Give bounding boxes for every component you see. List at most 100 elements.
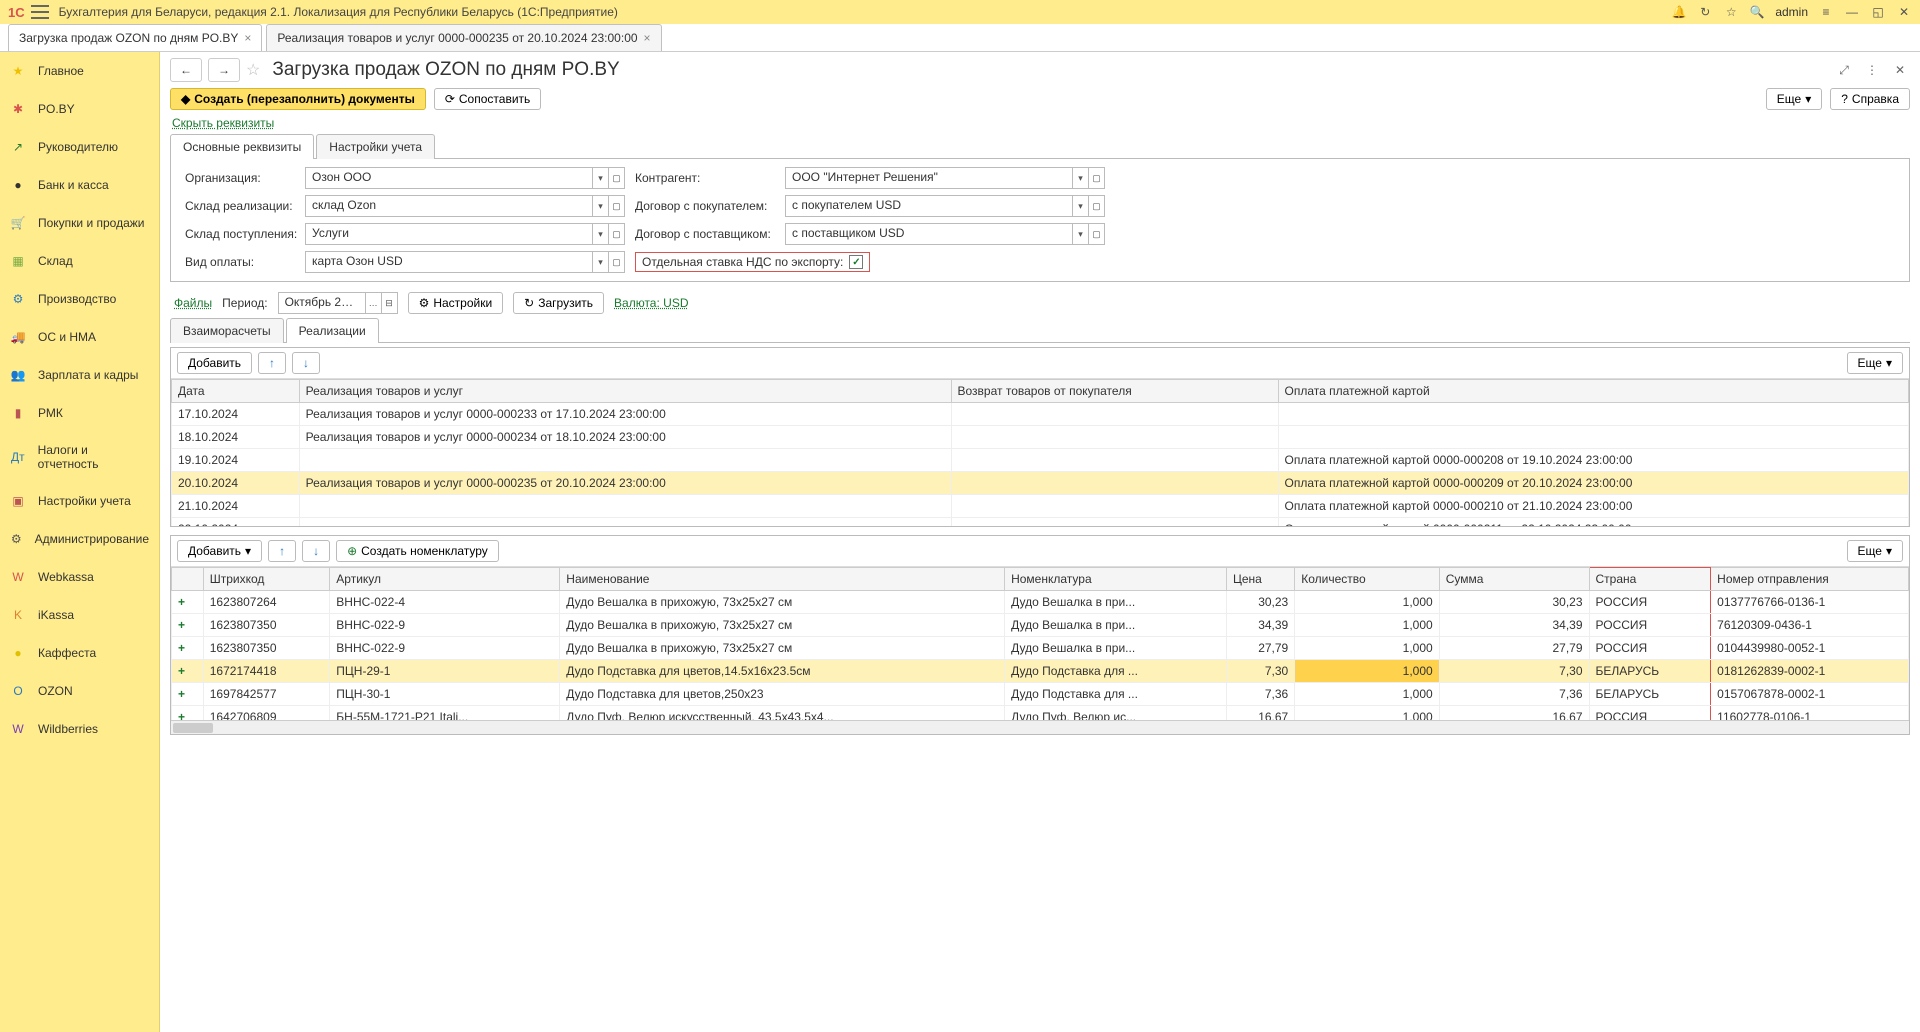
col-header[interactable]: Количество — [1295, 568, 1439, 591]
tab-main-requisites[interactable]: Основные реквизиты — [170, 134, 314, 159]
col-header[interactable] — [172, 568, 204, 591]
plus-expand-icon[interactable]: + — [178, 618, 185, 632]
sidebar-item[interactable]: ▣Настройки учета — [0, 482, 159, 520]
main-menu-icon[interactable] — [31, 5, 49, 19]
col-header[interactable]: Оплата платежной картой — [1278, 380, 1908, 403]
table-row[interactable]: +1623807264ВННС-022-4Дудо Вешалка в прих… — [172, 591, 1909, 614]
add-row-button[interactable]: Добавить — [177, 352, 252, 374]
sidebar-item[interactable]: ▦Склад — [0, 242, 159, 280]
realizations-table[interactable]: ДатаРеализация товаров и услугВозврат то… — [171, 379, 1909, 526]
move-item-up-button[interactable]: ↑ — [268, 540, 296, 562]
col-header[interactable]: Номер отправления — [1711, 568, 1909, 591]
table-row[interactable]: 20.10.2024Реализация товаров и услуг 000… — [172, 472, 1909, 495]
sidebar-item[interactable]: ✱PO.BY — [0, 90, 159, 128]
files-link[interactable]: Файлы — [174, 296, 212, 310]
close-icon[interactable]: ✕ — [1896, 4, 1912, 20]
sidebar-item[interactable]: 👥Зарплата и кадры — [0, 356, 159, 394]
sidebar-item[interactable]: ▮РМК — [0, 394, 159, 432]
col-header[interactable]: Штрихкод — [203, 568, 330, 591]
create-nomenclature-button[interactable]: ⊕ Создать номенклатуру — [336, 540, 499, 562]
sidebar-item[interactable]: ДтНалоги и отчетность — [0, 432, 159, 482]
col-header[interactable]: Артикул — [330, 568, 560, 591]
sklad-post-input[interactable]: Услуги▾▢ — [305, 223, 625, 245]
restore-icon[interactable]: ◱ — [1870, 4, 1886, 20]
plus-expand-icon[interactable]: + — [178, 595, 185, 609]
col-header[interactable]: Дата — [172, 380, 300, 403]
table-row[interactable]: +1623807350ВННС-022-9Дудо Вешалка в прих… — [172, 614, 1909, 637]
close-tab-icon[interactable]: × — [244, 31, 251, 45]
open-icon[interactable]: ▢ — [608, 168, 624, 188]
col-header[interactable]: Страна — [1589, 568, 1711, 591]
load-button[interactable]: ↻ Загрузить — [513, 292, 604, 314]
sidebar-item[interactable]: ⚙Производство — [0, 280, 159, 318]
bookmark-star-icon[interactable]: ☆ — [246, 60, 260, 80]
col-header[interactable]: Возврат товаров от покупателя — [951, 380, 1278, 403]
plus-expand-icon[interactable]: + — [178, 641, 185, 655]
bell-icon[interactable]: 🔔 — [1671, 4, 1687, 20]
table-row[interactable]: +1672174418ПЦН-29-1Дудо Подставка для цв… — [172, 660, 1909, 683]
sidebar-item[interactable]: 🚚ОС и НМА — [0, 318, 159, 356]
sidebar-item[interactable]: OOZON — [0, 672, 159, 710]
move-down-button[interactable]: ↓ — [292, 352, 320, 374]
sidebar-item[interactable]: 🛒Покупки и продажи — [0, 204, 159, 242]
table-row[interactable]: 18.10.2024Реализация товаров и услуг 000… — [172, 426, 1909, 449]
table-row[interactable]: +1623807350ВННС-022-9Дудо Вешалка в прих… — [172, 637, 1909, 660]
col-header[interactable]: Наименование — [560, 568, 1005, 591]
tab-realizations[interactable]: Реализации — [286, 318, 379, 343]
help-button[interactable]: ? Справка — [1830, 88, 1910, 110]
items-table[interactable]: ШтрихкодАртикулНаименованиеНоменклатураЦ… — [171, 567, 1909, 720]
dropdown-icon[interactable]: ▾ — [1072, 168, 1088, 188]
nds-export-checkbox[interactable]: ✓ — [849, 255, 863, 269]
table-row[interactable]: +1697842577ПЦН-30-1Дудо Подставка для цв… — [172, 683, 1909, 706]
plus-expand-icon[interactable]: + — [178, 664, 185, 678]
vid-input[interactable]: карта Озон USD▾▢ — [305, 251, 625, 273]
minimize-icon[interactable]: — — [1844, 4, 1860, 20]
compare-button[interactable]: ⟳ Сопоставить — [434, 88, 541, 110]
contragent-input[interactable]: ООО "Интернет Решения"▾▢ — [785, 167, 1105, 189]
sidebar-item[interactable]: ●Каффеста — [0, 634, 159, 672]
currency-link[interactable]: Валюта: USD — [614, 296, 688, 310]
settings-button[interactable]: ⚙ Настройки — [408, 292, 504, 314]
app-tab[interactable]: Загрузка продаж OZON по дням PO.BY × — [8, 24, 262, 51]
page-more-icon[interactable]: ⋮ — [1862, 60, 1882, 80]
table-row[interactable]: 19.10.2024Оплата платежной картой 0000-0… — [172, 449, 1909, 472]
col-header[interactable]: Реализация товаров и услуг — [299, 380, 951, 403]
hide-requisites-link[interactable]: Скрыть реквизиты — [172, 116, 274, 130]
open-link-icon[interactable]: ⤢ — [1834, 60, 1854, 80]
sidebar-item[interactable]: KiKassa — [0, 596, 159, 634]
add-item-button[interactable]: Добавить ▾ — [177, 540, 262, 562]
table-row[interactable]: +1642706809БН-55М-1721-Р21 Itali...Дудо … — [172, 706, 1909, 721]
dropdown-icon[interactable]: ▾ — [592, 168, 608, 188]
open-icon[interactable]: ▢ — [1088, 168, 1104, 188]
col-header[interactable]: Цена — [1226, 568, 1294, 591]
dog-pok-input[interactable]: с покупателем USD▾▢ — [785, 195, 1105, 217]
sidebar-item[interactable]: WWildberries — [0, 710, 159, 748]
app-tab[interactable]: Реализация товаров и услуг 0000-000235 о… — [266, 24, 661, 51]
move-item-down-button[interactable]: ↓ — [302, 540, 330, 562]
sklad-real-input[interactable]: склад Ozon▾▢ — [305, 195, 625, 217]
sidebar-item[interactable]: ●Банк и касса — [0, 166, 159, 204]
period-input[interactable]: Октябрь 2024 г.…⊟ — [278, 292, 398, 314]
tab-settlements[interactable]: Взаиморасчеты — [170, 318, 284, 343]
user-label[interactable]: admin — [1775, 5, 1808, 19]
table-more-button[interactable]: Еще ▾ — [1847, 352, 1903, 374]
history-icon[interactable]: ↻ — [1697, 4, 1713, 20]
move-up-button[interactable]: ↑ — [258, 352, 286, 374]
sidebar-item[interactable]: ★Главное — [0, 52, 159, 90]
table-row[interactable]: 22.10.2024Оплата платежной картой 0000-0… — [172, 518, 1909, 527]
nav-back-button[interactable]: ← — [170, 58, 202, 82]
dog-post-input[interactable]: с поставщиком USD▾▢ — [785, 223, 1105, 245]
items-more-button[interactable]: Еще ▾ — [1847, 540, 1903, 562]
more-button[interactable]: Еще ▾ — [1766, 88, 1822, 110]
create-docs-button[interactable]: ◆ Создать (перезаполнить) документы — [170, 88, 426, 110]
plus-expand-icon[interactable]: + — [178, 710, 185, 720]
star-icon[interactable]: ☆ — [1723, 4, 1739, 20]
search-icon[interactable]: 🔍 — [1749, 4, 1765, 20]
tab-settings[interactable]: Настройки учета — [316, 134, 435, 159]
col-header[interactable]: Номенклатура — [1005, 568, 1227, 591]
org-input[interactable]: Озон ООО▾▢ — [305, 167, 625, 189]
horizontal-scrollbar[interactable] — [171, 720, 1909, 734]
col-header[interactable]: Сумма — [1439, 568, 1589, 591]
plus-expand-icon[interactable]: + — [178, 687, 185, 701]
page-close-icon[interactable]: ✕ — [1890, 60, 1910, 80]
